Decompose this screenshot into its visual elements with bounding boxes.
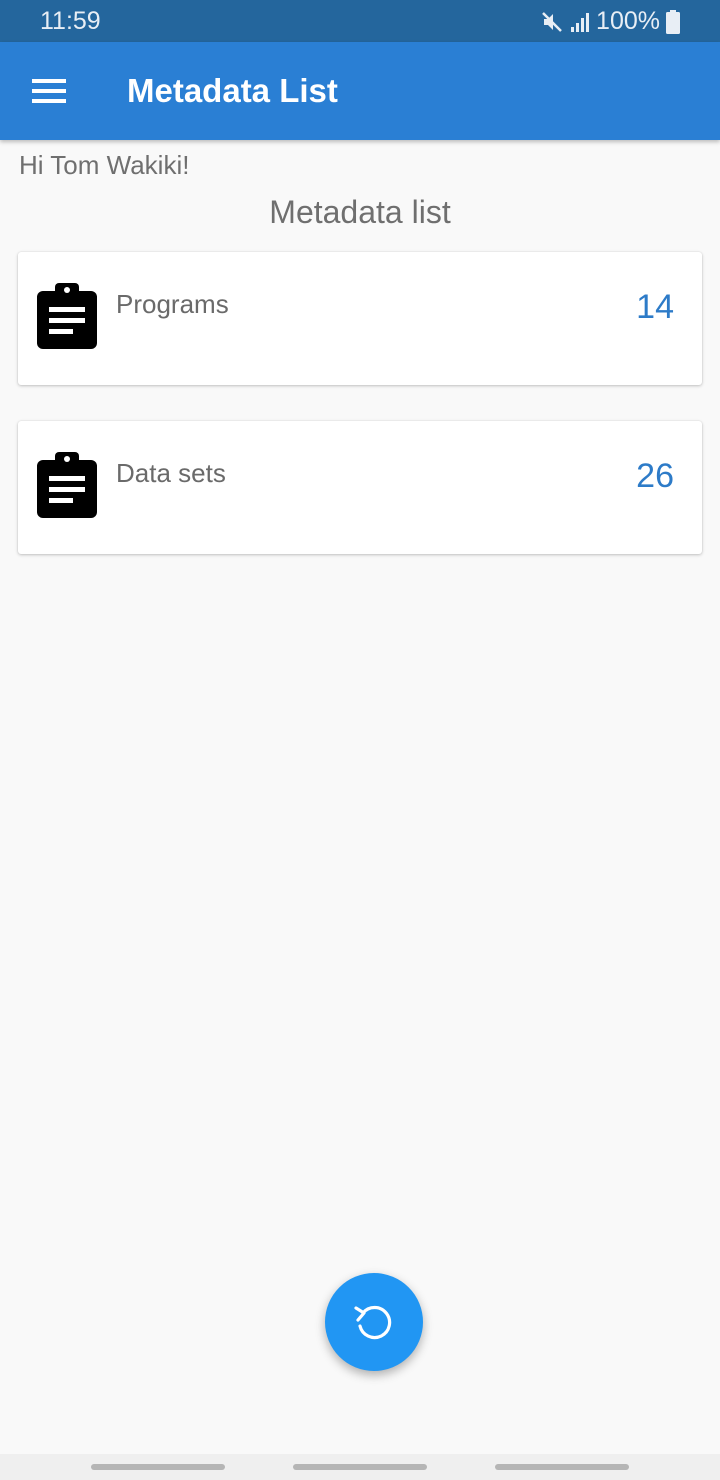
signal-icon <box>571 12 590 32</box>
refresh-button[interactable] <box>325 1273 423 1371</box>
battery-percent: 100% <box>596 7 660 35</box>
status-icons: 100% <box>540 7 680 36</box>
nav-back-button[interactable] <box>495 1464 629 1470</box>
greeting-text: Hi Tom Wakiki! <box>19 150 190 180</box>
section-title: Metadata list <box>269 194 451 230</box>
status-bar: 11:59 100% <box>0 0 720 42</box>
card-count: 14 <box>636 288 674 326</box>
app-title: Metadata List <box>127 72 338 109</box>
nav-home-button[interactable] <box>293 1464 427 1470</box>
card-label: Programs <box>116 289 229 319</box>
nav-recent-apps-button[interactable] <box>91 1464 225 1470</box>
mute-icon <box>542 11 562 32</box>
battery-icon <box>666 9 680 34</box>
programs-card[interactable]: Programs 14 <box>18 252 702 385</box>
card-count: 26 <box>636 457 674 495</box>
status-time: 11:59 <box>40 7 101 35</box>
menu-icon[interactable] <box>26 73 72 109</box>
clipboard-icon <box>37 452 97 518</box>
app-bar: Metadata List <box>0 42 720 140</box>
card-label: Data sets <box>116 458 226 488</box>
refresh-icon <box>354 1305 392 1340</box>
data-sets-card[interactable]: Data sets 26 <box>18 421 702 554</box>
navigation-bar <box>0 1454 720 1480</box>
clipboard-icon <box>37 283 97 349</box>
